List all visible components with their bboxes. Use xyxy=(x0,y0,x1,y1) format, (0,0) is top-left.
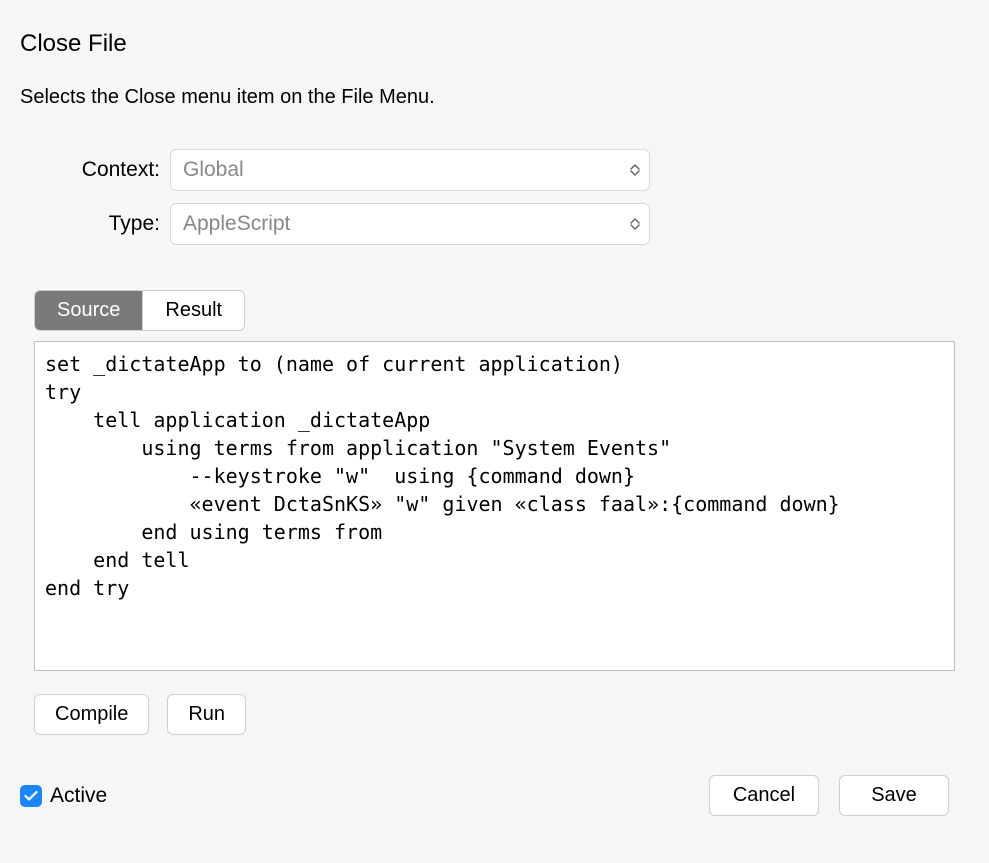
run-button[interactable]: Run xyxy=(167,694,246,735)
tab-source[interactable]: Source xyxy=(35,291,142,330)
context-select-value: Global xyxy=(183,158,244,182)
save-button[interactable]: Save xyxy=(839,775,949,816)
page-title: Close File xyxy=(20,30,969,58)
description-text: Selects the Close menu item on the File … xyxy=(20,86,969,109)
active-label: Active xyxy=(50,784,107,808)
type-label: Type: xyxy=(20,212,170,236)
active-checkbox[interactable] xyxy=(20,785,42,807)
compile-button[interactable]: Compile xyxy=(34,694,149,735)
type-select-value: AppleScript xyxy=(183,212,290,236)
code-editor[interactable] xyxy=(34,341,955,671)
type-select[interactable]: AppleScript xyxy=(170,203,650,245)
context-label: Context: xyxy=(20,158,170,182)
context-select[interactable]: Global xyxy=(170,149,650,191)
check-icon xyxy=(24,790,38,802)
source-result-tabs: Source Result xyxy=(34,290,245,331)
cancel-button[interactable]: Cancel xyxy=(709,775,819,816)
tab-result[interactable]: Result xyxy=(143,291,244,330)
